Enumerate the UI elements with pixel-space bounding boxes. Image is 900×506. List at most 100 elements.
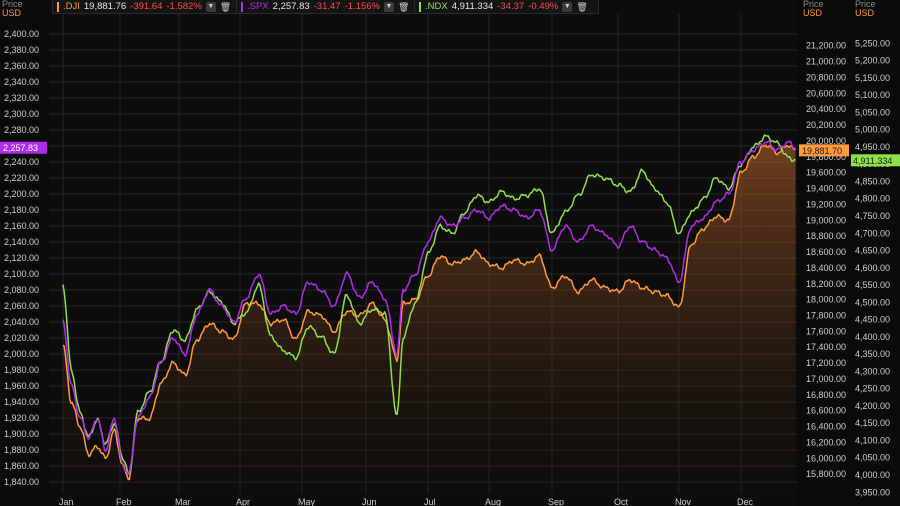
x-axis-month-label: Nov [675, 497, 692, 506]
x-axis-month-label: May [298, 497, 316, 506]
dji-dropdown-icon[interactable]: ▼ [205, 1, 216, 12]
right2-axis-tick-label: 5,050.00 [855, 107, 890, 117]
ndx-dropdown-icon[interactable]: ▼ [562, 1, 573, 12]
x-axis-month-label: Feb [116, 497, 132, 506]
right2-axis-tick-label: 4,500.00 [855, 297, 890, 307]
x-axis-month-label: Dec [737, 497, 754, 506]
right2-axis-tick-label: 5,000.00 [855, 125, 890, 135]
left-axis-tick-label: 2,100.00 [4, 269, 39, 279]
dji-change: -391.64 [130, 0, 163, 12]
ndx-price: 4,911.334 [451, 0, 494, 12]
left-axis-tick-label: 1,880.00 [4, 445, 39, 455]
left-axis-tick-label: 1,920.00 [4, 413, 39, 423]
right1-axis-tick-label: 21,000.00 [806, 57, 846, 67]
ndx-pct: -0.49% [528, 0, 559, 12]
left-axis-tick-label: 2,360.00 [4, 61, 39, 71]
ndx-trash-icon[interactable]: 🗑 [576, 1, 587, 13]
right2-axis-title-line2: USD [855, 8, 875, 18]
right2-axis-tick-label: 4,000.00 [855, 470, 890, 480]
left-axis-tick-label: 2,380.00 [4, 45, 39, 55]
left-axis-tick-label: 2,240.00 [4, 157, 39, 167]
right2-axis-tick-label: 5,150.00 [855, 73, 890, 83]
spx-price: 2,257.83 [272, 0, 310, 12]
dji-pct: -1.582% [166, 0, 202, 12]
right1-axis-tick-label: 17,000.00 [806, 374, 846, 384]
right2-axis-tick-label: 4,350.00 [855, 349, 890, 359]
quote-spx[interactable]: .SPX 2,257.83 -31.47 -1.156% ▼ 🗑 [236, 0, 415, 14]
left-axis-tick-label: 1,960.00 [4, 381, 39, 391]
x-axis-month-label: Mar [175, 497, 191, 506]
right1-axis-tick-label: 16,400.00 [806, 422, 846, 432]
x-axis-month-label: Oct [614, 497, 629, 506]
spx-color-marker [241, 1, 243, 12]
right1-axis-title-line2: USD [803, 8, 823, 18]
left-axis-tick-label: 2,400.00 [4, 29, 39, 39]
right1-axis-tick-label: 16,000.00 [806, 453, 846, 463]
right1-axis-title: Price USD [803, 0, 824, 18]
right2-axis-tick-label: 4,950.00 [855, 142, 890, 152]
x-axis-month-label: Jun [362, 497, 377, 506]
right1-axis-tick-label: 16,200.00 [806, 437, 846, 447]
x-axis-month-label: Jan [59, 497, 74, 506]
dji-symbol: .DJI [63, 0, 80, 12]
right2-axis-tick-label: 4,100.00 [855, 435, 890, 445]
right2-axis-tick-label: 4,150.00 [855, 418, 890, 428]
quote-dji[interactable]: .DJI 19,881.76 -391.64 -1.582% ▼ 🗑 [52, 0, 237, 14]
right1-axis-tick-label: 19,200.00 [806, 199, 846, 209]
left-axis-tick-label: 1,860.00 [4, 461, 39, 471]
right1-axis-tick-label: 18,800.00 [806, 231, 846, 241]
left-axis-title-line2: USD [2, 8, 22, 18]
spx-change: -31.47 [313, 0, 341, 12]
right1-axis-tick-label: 18,200.00 [806, 279, 846, 289]
right1-axis-tick-label: 17,600.00 [806, 326, 846, 336]
chart[interactable]: 1,840.00 1,860.00 1,880.00 1,900.00 1,920.00… [0, 0, 900, 506]
right2-axis-tick-label: 4,450.00 [855, 315, 890, 325]
left-axis-tick-label: 2,020.00 [4, 333, 39, 343]
right1-axis-tick-label: 17,800.00 [806, 310, 846, 320]
right1-axis-tick-label: 19,400.00 [806, 184, 846, 194]
right1-axis-tick-label: 15,800.00 [806, 469, 846, 479]
right2-axis-tick-label: 4,050.00 [855, 453, 890, 463]
left-axis-tick-label: 2,200.00 [4, 189, 39, 199]
left-axis-tick-label: 2,140.00 [4, 237, 39, 247]
right1-axis-tick-label: 18,000.00 [806, 295, 846, 305]
left-axis-tick-label: 2,160.00 [4, 221, 39, 231]
right1-axis: 15,800.00 16,000.00 16,200.00 16,400.00 16,6… [806, 41, 846, 479]
ndx-price-tag-text: 4,911.334 [853, 156, 892, 166]
spx-dropdown-icon[interactable]: ▼ [383, 1, 394, 12]
right2-axis-title: Price USD [855, 0, 876, 18]
right2-axis-tick-label: 4,300.00 [855, 366, 890, 376]
right1-axis-tick-label: 19,000.00 [806, 215, 846, 225]
right1-axis-tick-label: 20,800.00 [806, 72, 846, 82]
right2-axis-tick-label: 5,100.00 [855, 90, 890, 100]
right2-axis-tick-label: 4,400.00 [855, 332, 890, 342]
x-axis-month-label: Apr [236, 497, 250, 506]
ndx-change: -34.37 [497, 0, 525, 12]
left-axis-tick-label: 1,840.00 [4, 477, 39, 487]
left-axis-tick-label: 2,120.00 [4, 253, 39, 263]
spx-price-tag-text: 2,257.83 [3, 143, 38, 153]
left-axis-tick-label: 1,980.00 [4, 365, 39, 375]
left-axis-tick-label: 2,000.00 [4, 349, 39, 359]
right1-axis-tick-label: 20,400.00 [806, 104, 846, 114]
ndx-color-marker [419, 1, 421, 12]
dji-trash-icon[interactable]: 🗑 [220, 1, 231, 13]
right2-axis-tick-label: 4,850.00 [855, 176, 890, 186]
right2-axis-tick-label: 5,200.00 [855, 56, 890, 66]
quote-ndx[interactable]: .NDX 4,911.334 -34.37 -0.49% ▼ 🗑 [414, 0, 599, 14]
spx-symbol: .SPX [247, 0, 269, 12]
left-axis-tick-label: 1,940.00 [4, 397, 39, 407]
x-axis-month-label: Sep [548, 497, 564, 506]
spx-trash-icon[interactable]: 🗑 [398, 1, 409, 13]
dji-color-marker [57, 1, 59, 12]
left-axis-tick-label: 2,080.00 [4, 285, 39, 295]
right2-axis-tick-label: 4,750.00 [855, 211, 890, 221]
x-axis-month-label: Aug [485, 497, 501, 506]
right2-axis-tick-label: 5,250.00 [855, 38, 890, 48]
left-axis: 1,840.00 1,860.00 1,880.00 1,900.00 1,920.00… [4, 29, 39, 487]
right2-axis-tick-label: 4,250.00 [855, 384, 890, 394]
right1-axis-tick-label: 16,600.00 [806, 406, 846, 416]
left-axis-tick-label: 2,300.00 [4, 109, 39, 119]
right2-axis: 3,950.00 4,000.00 4,050.00 4,100.00 4,150.00… [855, 38, 890, 497]
right1-axis-tick-label: 17,400.00 [806, 342, 846, 352]
